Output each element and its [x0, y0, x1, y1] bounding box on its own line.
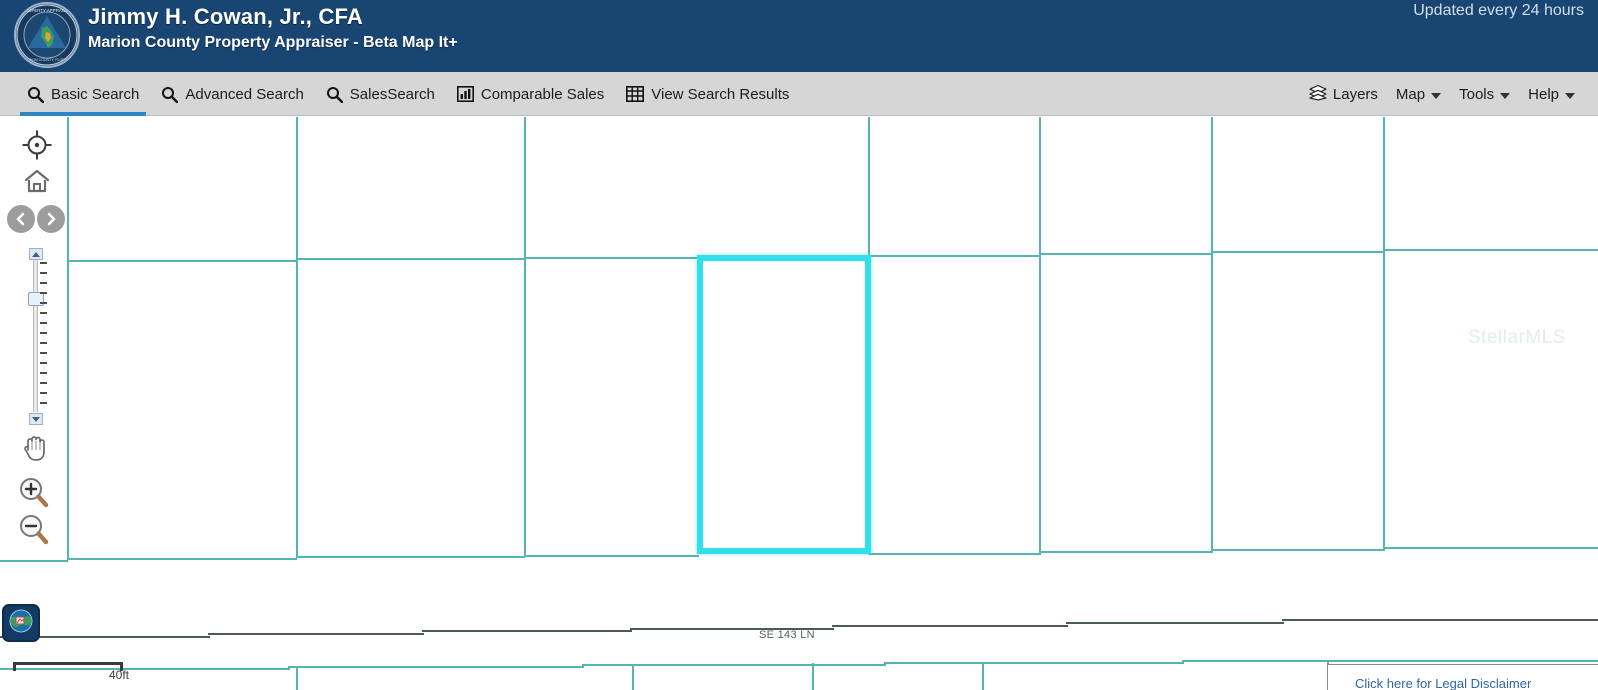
app-header: PROPERTY APPRAISER MARION COUNTY, FLORID…	[0, 0, 1598, 72]
parcel-boundary-line	[632, 664, 634, 690]
zoom-out-icon[interactable]	[17, 513, 51, 545]
navbar-right-group: Layers Map Tools Help	[1300, 72, 1584, 116]
chevron-right-icon	[44, 212, 58, 226]
menu-map[interactable]: Map	[1387, 72, 1450, 116]
map-toolbar	[0, 117, 68, 573]
menu-layers-label: Layers	[1332, 85, 1378, 103]
layers-icon	[1309, 84, 1327, 105]
zoom-slider[interactable]	[27, 248, 47, 425]
chevron-down-icon	[1500, 92, 1511, 99]
parcel-boundary-line	[524, 117, 526, 557]
globe-icon	[8, 608, 34, 639]
parcel-boundary-line	[1383, 547, 1598, 549]
header-titles: Jimmy H. Cowan, Jr., CFA Marion County P…	[88, 4, 458, 54]
parcel-boundary-line	[1039, 117, 1041, 553]
map-it-application: PROPERTY APPRAISER MARION COUNTY, FLORID…	[0, 0, 1598, 690]
scale-bar-line	[13, 662, 123, 671]
tab-view-search-results-label: View Search Results	[651, 85, 790, 103]
tab-sales-search-label: SalesSearch	[349, 85, 435, 103]
parcel-boundary-line	[812, 663, 814, 690]
menu-tools[interactable]: Tools	[1450, 72, 1519, 116]
menu-help[interactable]: Help	[1519, 72, 1584, 116]
menu-map-label: Map	[1395, 85, 1426, 103]
parcel-boundary-line	[582, 664, 886, 666]
tab-advanced-search-label: Advanced Search	[185, 85, 304, 103]
parcel-boundary-line	[296, 556, 525, 558]
menu-tools-label: Tools	[1459, 85, 1495, 103]
parcel-boundary-line	[868, 553, 1041, 555]
chevron-down-icon	[1431, 92, 1442, 99]
road-centerline	[832, 625, 1068, 627]
parcel-boundary-line	[1383, 249, 1598, 251]
tab-basic-search-label: Basic Search	[51, 85, 140, 103]
parcel-boundary-line	[982, 662, 984, 690]
road-centerline	[208, 633, 424, 635]
tab-comparable-sales[interactable]: Comparable Sales	[446, 72, 615, 116]
next-extent-button[interactable]	[37, 205, 65, 233]
selected-parcel-highlight[interactable]	[697, 255, 871, 554]
search-icon	[326, 86, 343, 103]
table-grid-icon	[626, 86, 645, 102]
parcel-boundary-line	[296, 117, 298, 558]
street-label-se-143-ln: SE 143 LN	[759, 629, 815, 641]
tab-sales-search[interactable]: SalesSearch	[315, 72, 446, 116]
zoom-slider-ticks	[40, 260, 49, 412]
parcel-boundary-line	[1182, 660, 1598, 662]
parcel-boundary-line	[1039, 551, 1213, 553]
parcel-boundary-line	[1039, 253, 1213, 255]
parcel-boundary-line	[67, 558, 297, 560]
map-canvas[interactable]: SE 143 LN StellarMLS	[0, 117, 1598, 690]
parcel-boundary-line	[524, 555, 699, 557]
map-scale-bar: 40ft	[13, 662, 129, 682]
updated-notice: Updated every 24 hours	[1413, 2, 1584, 19]
parcel-boundary-line	[296, 666, 298, 690]
legal-disclaimer-link[interactable]: Click here for Legal Disclaimer	[1355, 676, 1531, 690]
zoom-slider-up-button[interactable]	[29, 248, 43, 260]
tab-comparable-sales-label: Comparable Sales	[480, 85, 605, 103]
stellarmls-watermark: StellarMLS	[1468, 327, 1566, 348]
zoom-in-icon[interactable]	[17, 476, 51, 508]
previous-extent-button[interactable]	[7, 205, 35, 233]
menu-layers[interactable]: Layers	[1300, 72, 1387, 116]
triangle-down-icon	[32, 416, 40, 422]
tab-basic-search[interactable]: Basic Search	[16, 72, 150, 116]
bar-chart-icon	[456, 86, 474, 102]
parcel-boundary-line	[288, 666, 584, 668]
tab-advanced-search[interactable]: Advanced Search	[150, 72, 314, 116]
menu-help-label: Help	[1528, 85, 1559, 103]
svg-text:MARION COUNTY, FLORIDA: MARION COUNTY, FLORIDA	[23, 58, 71, 62]
parcel-boundary-line	[524, 257, 699, 259]
app-subtitle: Marion County Property Appraiser - Beta …	[88, 34, 458, 51]
search-icon	[27, 86, 44, 103]
svg-text:PROPERTY APPRAISER: PROPERTY APPRAISER	[22, 8, 72, 13]
parcel-boundary-line	[884, 662, 1184, 664]
appraiser-name: Jimmy H. Cowan, Jr., CFA	[88, 4, 363, 29]
tab-view-search-results[interactable]: View Search Results	[615, 72, 800, 116]
home-icon[interactable]	[24, 169, 50, 193]
chevron-down-icon	[1565, 92, 1575, 99]
parcel-boundary-line	[1211, 117, 1213, 551]
parcel-boundary-line	[296, 258, 525, 260]
zoom-slider-down-button[interactable]	[29, 413, 43, 425]
locate-crosshair-icon[interactable]	[22, 130, 52, 160]
main-navbar: Basic Search Advanced Search SalesSearch	[0, 72, 1598, 116]
chevron-left-icon	[14, 212, 28, 226]
basemap-gallery-button[interactable]	[2, 604, 40, 642]
pan-hand-icon[interactable]	[20, 430, 50, 462]
parcel-boundary-line	[1211, 549, 1385, 551]
scale-bar-label: 40ft	[108, 668, 129, 682]
parcel-boundary-line	[67, 260, 297, 262]
search-icon	[161, 86, 179, 103]
road-centerline	[1066, 622, 1284, 624]
parcel-boundary-line	[1383, 117, 1385, 550]
road-centerline	[1282, 619, 1598, 621]
county-seal-logo: PROPERTY APPRAISER MARION COUNTY, FLORID…	[14, 2, 80, 68]
triangle-up-icon	[32, 251, 40, 257]
navbar-left-group: Basic Search Advanced Search SalesSearch	[16, 72, 800, 116]
road-centerline	[422, 630, 632, 632]
parcel-boundary-line	[1211, 251, 1385, 253]
parcel-boundary-line	[868, 255, 1041, 257]
zoom-slider-track[interactable]	[33, 260, 38, 412]
